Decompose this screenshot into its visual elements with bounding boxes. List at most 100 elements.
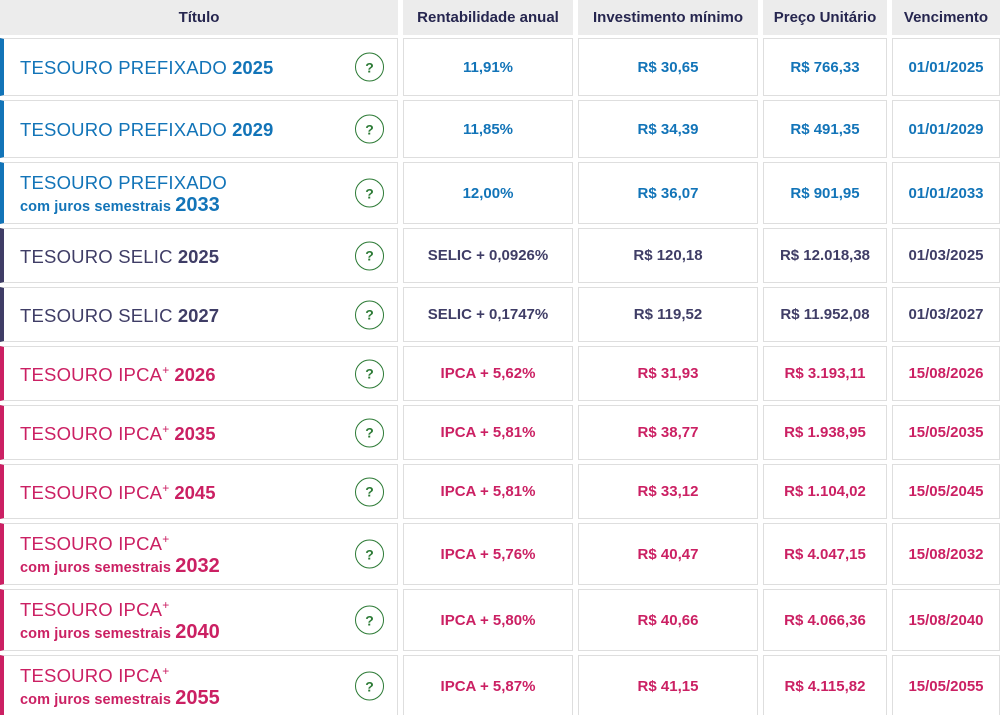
maturity-cell: 01/03/2027: [892, 287, 1000, 342]
bond-year-line2: 2055: [175, 687, 220, 709]
help-icon[interactable]: ?: [355, 300, 384, 329]
help-icon[interactable]: ?: [355, 418, 384, 447]
table-row[interactable]: TESOURO PREFIXADO 2025 ? 11,91% R$ 30,65…: [0, 38, 1000, 96]
bond-name: TESOURO SELIC: [20, 245, 173, 267]
maturity-cell: 01/03/2025: [892, 228, 1000, 283]
bond-name: TESOURO IPCA: [20, 533, 163, 554]
help-icon[interactable]: ?: [355, 114, 384, 144]
help-icon[interactable]: ?: [355, 539, 384, 569]
annual-return-cell: 11,85%: [403, 100, 573, 158]
bond-name: TESOURO SELIC: [20, 304, 173, 326]
maturity-cell: 15/08/2040: [892, 589, 1000, 651]
header-preco: Preço Unitário: [763, 0, 887, 35]
help-icon[interactable]: ?: [355, 359, 384, 388]
min-investment-cell: R$ 41,15: [578, 655, 758, 715]
bond-title-cell: TESOURO IPCA+ com juros semestrais 2040 …: [0, 589, 398, 651]
bond-title-cell: TESOURO IPCA+ 2035 ?: [0, 405, 398, 460]
help-icon[interactable]: ?: [355, 671, 384, 701]
bond-plus-superscript: +: [162, 421, 170, 436]
bond-plus-superscript: +: [162, 598, 170, 612]
bond-subtitle: com juros semestrais: [20, 626, 172, 642]
table-row[interactable]: TESOURO IPCA+ com juros semestrais 2055 …: [0, 655, 1000, 715]
annual-return-cell: 11,91%: [403, 38, 573, 96]
header-rentabilidade: Rentabilidade anual: [403, 0, 573, 35]
min-investment-cell: R$ 38,77: [578, 405, 758, 460]
maturity-cell: 15/05/2045: [892, 464, 1000, 519]
table-row[interactable]: TESOURO IPCA+ 2026 ? IPCA + 5,62% R$ 31,…: [0, 346, 1000, 401]
header-titulo: Título: [0, 0, 398, 35]
bond-title: TESOURO IPCA+ com juros semestrais 2032: [20, 530, 220, 578]
annual-return-cell: IPCA + 5,76%: [403, 523, 573, 585]
help-icon[interactable]: ?: [355, 477, 384, 506]
bond-title: TESOURO PREFIXADO com juros semestrais 2…: [20, 169, 227, 217]
header-vencimento: Vencimento: [892, 0, 1000, 35]
maturity-cell: 01/01/2029: [892, 100, 1000, 158]
table-row[interactable]: TESOURO IPCA+ com juros semestrais 2032 …: [0, 523, 1000, 585]
maturity-cell: 15/05/2055: [892, 655, 1000, 715]
table-row[interactable]: TESOURO SELIC 2025 ? SELIC + 0,0926% R$ …: [0, 228, 1000, 283]
table-row[interactable]: TESOURO IPCA+ 2045 ? IPCA + 5,81% R$ 33,…: [0, 464, 1000, 519]
annual-return-cell: IPCA + 5,87%: [403, 655, 573, 715]
bond-title: TESOURO IPCA+ 2026: [20, 361, 216, 387]
bond-year: 2027: [172, 304, 219, 326]
help-icon[interactable]: ?: [355, 241, 384, 270]
table-row[interactable]: TESOURO IPCA+ com juros semestrais 2040 …: [0, 589, 1000, 651]
bond-year: 2025: [172, 245, 219, 267]
bond-name: TESOURO IPCA: [20, 599, 163, 620]
table-row[interactable]: TESOURO IPCA+ 2035 ? IPCA + 5,81% R$ 38,…: [0, 405, 1000, 460]
bond-year: 2029: [226, 119, 274, 140]
bond-title-cell: TESOURO IPCA+ com juros semestrais 2055 …: [0, 655, 398, 715]
maturity-cell: 15/08/2026: [892, 346, 1000, 401]
min-investment-cell: R$ 36,07: [578, 162, 758, 224]
bond-name: TESOURO PREFIXADO: [20, 172, 227, 193]
maturity-cell: 15/08/2032: [892, 523, 1000, 585]
bond-plus-superscript: +: [162, 480, 170, 495]
unit-price-cell: R$ 4.047,15: [763, 523, 887, 585]
table-row[interactable]: TESOURO PREFIXADO 2029 ? 11,85% R$ 34,39…: [0, 100, 1000, 158]
bond-title-cell: TESOURO IPCA+ 2045 ?: [0, 464, 398, 519]
bond-table: Título Rentabilidade anual Investimento …: [0, 0, 1000, 715]
bond-name: TESOURO IPCA: [20, 481, 163, 503]
unit-price-cell: R$ 3.193,11: [763, 346, 887, 401]
bond-plus-superscript: +: [162, 532, 170, 546]
table-row[interactable]: TESOURO SELIC 2027 ? SELIC + 0,1747% R$ …: [0, 287, 1000, 342]
help-icon[interactable]: ?: [355, 178, 384, 208]
help-icon[interactable]: ?: [355, 605, 384, 635]
unit-price-cell: R$ 1.938,95: [763, 405, 887, 460]
unit-price-cell: R$ 11.952,08: [763, 287, 887, 342]
bond-title: TESOURO IPCA+ com juros semestrais 2055: [20, 662, 220, 710]
unit-price-cell: R$ 12.018,38: [763, 228, 887, 283]
bond-title: TESOURO PREFIXADO 2025: [20, 54, 273, 80]
bond-year-line2: 2033: [175, 194, 220, 216]
bond-title: TESOURO SELIC 2025: [20, 243, 219, 269]
min-investment-cell: R$ 33,12: [578, 464, 758, 519]
bond-year: 2035: [169, 422, 216, 444]
annual-return-cell: IPCA + 5,80%: [403, 589, 573, 651]
table-body: TESOURO PREFIXADO 2025 ? 11,91% R$ 30,65…: [0, 38, 1000, 715]
bond-name: TESOURO PREFIXADO: [20, 57, 227, 78]
bond-name: TESOURO IPCA: [20, 665, 163, 686]
bond-plus-superscript: +: [162, 362, 170, 377]
bond-year: 2045: [169, 481, 216, 503]
bond-name: TESOURO IPCA: [20, 363, 163, 385]
maturity-cell: 15/05/2035: [892, 405, 1000, 460]
help-icon[interactable]: ?: [355, 52, 384, 82]
bond-title: TESOURO SELIC 2027: [20, 302, 219, 328]
bond-title-cell: TESOURO IPCA+ 2026 ?: [0, 346, 398, 401]
bond-title-cell: TESOURO SELIC 2027 ?: [0, 287, 398, 342]
bond-year: 2025: [226, 57, 274, 78]
min-investment-cell: R$ 31,93: [578, 346, 758, 401]
table-row[interactable]: TESOURO PREFIXADO com juros semestrais 2…: [0, 162, 1000, 224]
unit-price-cell: R$ 901,95: [763, 162, 887, 224]
bond-title: TESOURO PREFIXADO 2029: [20, 116, 273, 142]
min-investment-cell: R$ 40,47: [578, 523, 758, 585]
maturity-cell: 01/01/2033: [892, 162, 1000, 224]
unit-price-cell: R$ 491,35: [763, 100, 887, 158]
table-header-row: Título Rentabilidade anual Investimento …: [0, 0, 1000, 35]
bond-subtitle: com juros semestrais: [20, 199, 172, 215]
annual-return-cell: SELIC + 0,0926%: [403, 228, 573, 283]
bond-title-cell: TESOURO PREFIXADO com juros semestrais 2…: [0, 162, 398, 224]
bond-title-cell: TESOURO PREFIXADO 2029 ?: [0, 100, 398, 158]
min-investment-cell: R$ 30,65: [578, 38, 758, 96]
min-investment-cell: R$ 119,52: [578, 287, 758, 342]
